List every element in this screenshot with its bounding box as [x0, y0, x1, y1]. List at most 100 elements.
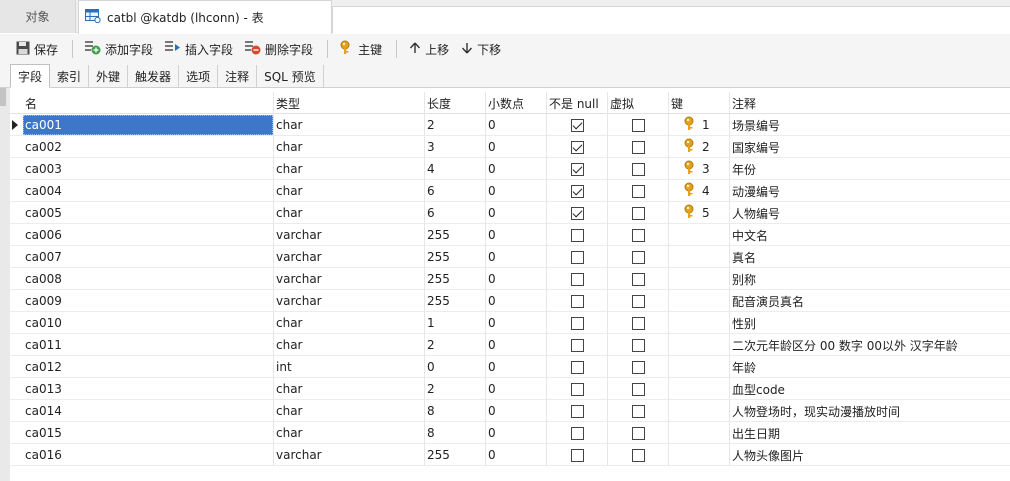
not-null-checkbox[interactable] — [571, 206, 584, 220]
field-type-cell[interactable]: char — [276, 422, 303, 444]
column-header-virtual[interactable]: 虚拟 — [610, 92, 634, 114]
not-null-checkbox[interactable] — [571, 140, 584, 154]
virtual-checkbox[interactable] — [632, 140, 645, 154]
move-up-button[interactable]: 上移 — [405, 37, 453, 61]
field-type-cell[interactable]: varchar — [276, 290, 322, 312]
column-header-length[interactable]: 长度 — [427, 92, 451, 114]
field-decimals-cell[interactable]: 0 — [488, 114, 496, 136]
subtab-options[interactable]: 选项 — [179, 65, 219, 87]
field-decimals-cell[interactable]: 0 — [488, 158, 496, 180]
table-row[interactable]: ca015 char 8 0 出生日期 — [10, 422, 1010, 444]
table-row[interactable]: ca004 char 6 0 4 动漫编号 — [10, 180, 1010, 202]
field-name-cell[interactable]: ca015 — [25, 422, 62, 444]
column-header-type[interactable]: 类型 — [276, 92, 300, 114]
field-type-cell[interactable]: varchar — [276, 268, 322, 290]
table-row[interactable]: ca005 char 6 0 5 人物编号 — [10, 202, 1010, 224]
field-length-cell[interactable]: 8 — [427, 422, 435, 444]
field-type-cell[interactable]: char — [276, 114, 303, 136]
field-decimals-cell[interactable]: 0 — [488, 180, 496, 202]
virtual-checkbox[interactable] — [632, 184, 645, 198]
field-length-cell[interactable]: 4 — [427, 158, 435, 180]
subtab-sql-preview[interactable]: SQL 预览 — [257, 65, 324, 87]
field-decimals-cell[interactable]: 0 — [488, 290, 496, 312]
table-row[interactable]: ca011 char 2 0 二次元年龄区分 00 数字 00以外 汉字年龄 — [10, 334, 1010, 356]
field-name-cell[interactable]: ca013 — [25, 378, 62, 400]
not-null-checkbox[interactable] — [571, 162, 584, 176]
virtual-checkbox[interactable] — [632, 118, 645, 132]
field-decimals-cell[interactable]: 0 — [488, 444, 496, 466]
column-header-not-null[interactable]: 不是 null — [549, 92, 599, 114]
table-row[interactable]: ca001 char 2 0 1 场景编号 — [10, 114, 1010, 136]
not-null-checkbox[interactable] — [571, 338, 584, 352]
field-length-cell[interactable]: 255 — [427, 290, 450, 312]
virtual-checkbox[interactable] — [632, 250, 645, 264]
key-cell[interactable]: 2 — [684, 136, 710, 158]
column-header-key[interactable]: 键 — [671, 92, 683, 114]
field-length-cell[interactable]: 2 — [427, 334, 435, 356]
field-name-cell[interactable]: ca003 — [25, 158, 62, 180]
not-null-checkbox[interactable] — [571, 382, 584, 396]
virtual-checkbox[interactable] — [632, 272, 645, 286]
table-row[interactable]: ca014 char 8 0 人物登场时，现实动漫播放时间 — [10, 400, 1010, 422]
field-decimals-cell[interactable]: 0 — [488, 378, 496, 400]
virtual-checkbox[interactable] — [632, 294, 645, 308]
field-comment-cell[interactable]: 动漫编号 — [732, 180, 780, 202]
tab-table-design[interactable]: catbl @katdb (lhconn) - 表 — [78, 0, 332, 34]
table-row[interactable]: ca002 char 3 0 2 国家编号 — [10, 136, 1010, 158]
field-comment-cell[interactable]: 年份 — [732, 158, 756, 180]
field-type-cell[interactable]: varchar — [276, 224, 322, 246]
virtual-checkbox[interactable] — [632, 162, 645, 176]
field-name-cell[interactable]: ca010 — [25, 312, 62, 334]
field-length-cell[interactable]: 255 — [427, 224, 450, 246]
key-cell[interactable]: 1 — [684, 114, 710, 136]
field-type-cell[interactable]: char — [276, 136, 303, 158]
field-name-cell[interactable]: ca016 — [25, 444, 62, 466]
field-comment-cell[interactable]: 血型code — [732, 378, 785, 400]
field-length-cell[interactable]: 2 — [427, 378, 435, 400]
field-decimals-cell[interactable]: 0 — [488, 136, 496, 158]
field-name-cell[interactable]: ca007 — [25, 246, 62, 268]
save-button[interactable]: 保存 — [12, 37, 62, 61]
field-length-cell[interactable]: 255 — [427, 246, 450, 268]
not-null-checkbox[interactable] — [571, 118, 584, 132]
field-length-cell[interactable]: 2 — [427, 114, 435, 136]
field-comment-cell[interactable]: 性别 — [732, 312, 756, 334]
not-null-checkbox[interactable] — [571, 404, 584, 418]
field-decimals-cell[interactable]: 0 — [488, 400, 496, 422]
key-cell[interactable]: 5 — [684, 202, 710, 224]
field-decimals-cell[interactable]: 0 — [488, 334, 496, 356]
field-type-cell[interactable]: varchar — [276, 444, 322, 466]
field-comment-cell[interactable]: 出生日期 — [732, 422, 780, 444]
field-type-cell[interactable]: char — [276, 400, 303, 422]
column-header-comment[interactable]: 注释 — [732, 92, 756, 114]
field-decimals-cell[interactable]: 0 — [488, 268, 496, 290]
table-row[interactable]: ca009 varchar 255 0 配音演员真名 — [10, 290, 1010, 312]
field-type-cell[interactable]: char — [276, 202, 303, 224]
field-name-cell[interactable]: ca014 — [25, 400, 62, 422]
field-length-cell[interactable]: 3 — [427, 136, 435, 158]
field-type-cell[interactable]: char — [276, 158, 303, 180]
field-type-cell[interactable]: char — [276, 334, 303, 356]
field-length-cell[interactable]: 6 — [427, 180, 435, 202]
virtual-checkbox[interactable] — [632, 426, 645, 440]
field-decimals-cell[interactable]: 0 — [488, 356, 496, 378]
field-decimals-cell[interactable]: 0 — [488, 422, 496, 444]
field-decimals-cell[interactable]: 0 — [488, 246, 496, 268]
subtab-comment[interactable]: 注释 — [218, 65, 258, 87]
field-length-cell[interactable]: 1 — [427, 312, 435, 334]
field-type-cell[interactable]: char — [276, 378, 303, 400]
table-row[interactable]: ca013 char 2 0 血型code — [10, 378, 1010, 400]
field-name-cell[interactable]: ca008 — [25, 268, 62, 290]
field-type-cell[interactable]: char — [276, 312, 303, 334]
field-name-cell[interactable]: ca005 — [25, 202, 62, 224]
move-down-button[interactable]: 下移 — [457, 37, 505, 61]
field-name-cell[interactable]: ca004 — [25, 180, 62, 202]
field-decimals-cell[interactable]: 0 — [488, 224, 496, 246]
field-comment-cell[interactable]: 配音演员真名 — [732, 290, 804, 312]
field-comment-cell[interactable]: 年龄 — [732, 356, 756, 378]
primary-key-button[interactable]: 主键 — [336, 37, 386, 61]
field-comment-cell[interactable]: 国家编号 — [732, 136, 780, 158]
not-null-checkbox[interactable] — [571, 316, 584, 330]
key-cell[interactable]: 4 — [684, 180, 710, 202]
virtual-checkbox[interactable] — [632, 338, 645, 352]
